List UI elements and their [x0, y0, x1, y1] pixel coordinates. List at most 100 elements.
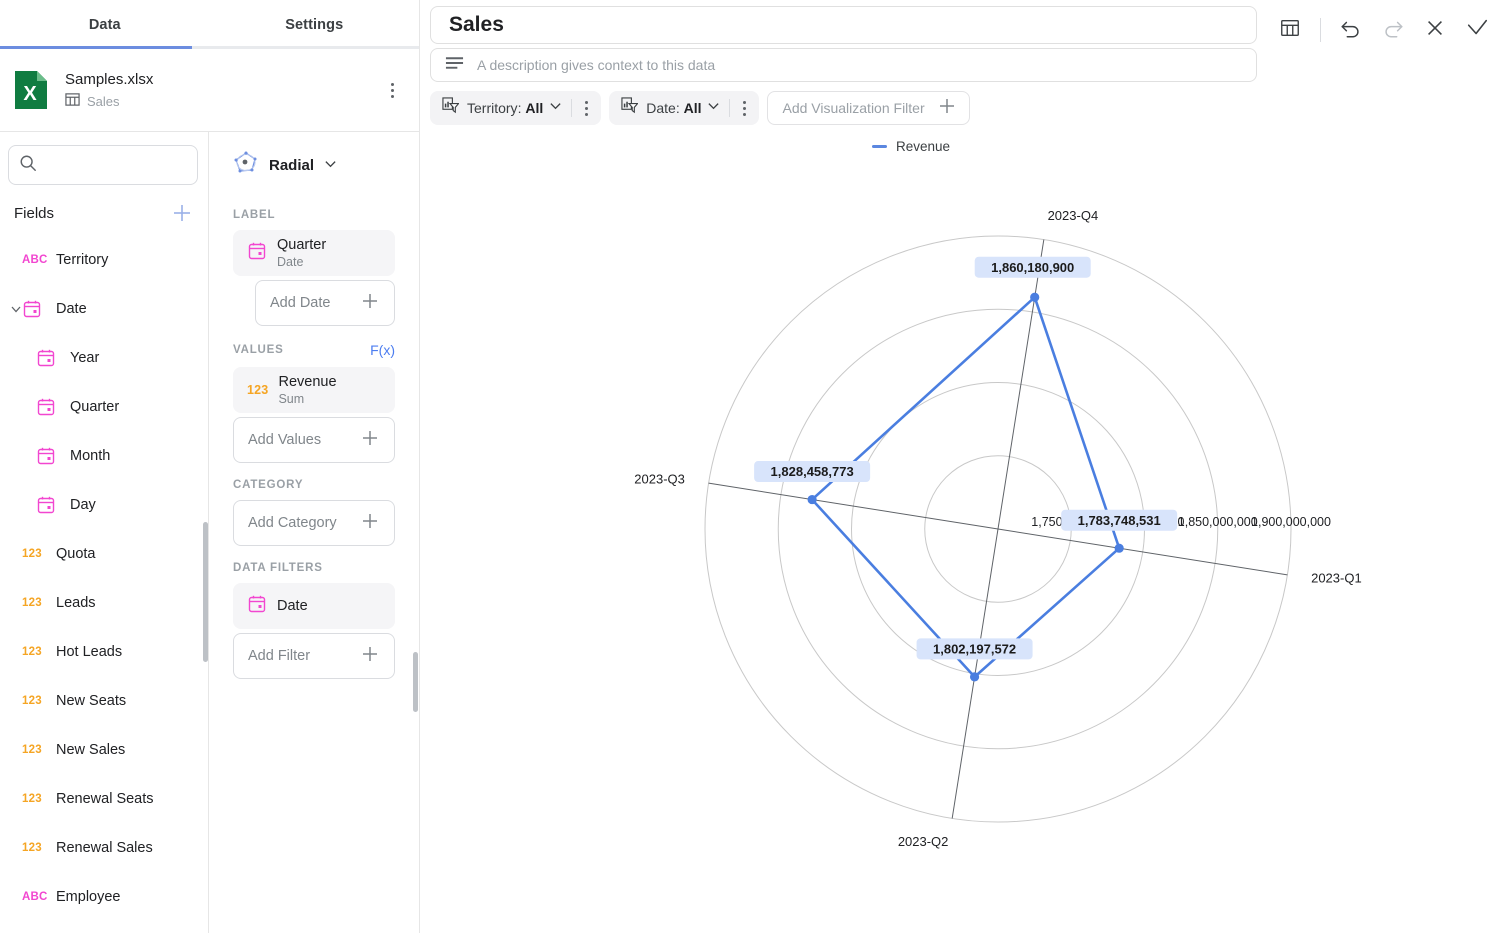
filter-chip-date-value: All — [683, 100, 702, 116]
radial-axis-tick-2: 1,850,000,000 — [1178, 515, 1258, 529]
plus-icon — [360, 511, 380, 536]
undo-button[interactable] — [1332, 11, 1370, 49]
abc-icon: ABC — [22, 890, 48, 903]
description-input[interactable] — [475, 56, 1242, 74]
tab-data-label: Data — [88, 16, 121, 33]
workbook-menu-button[interactable] — [379, 77, 405, 103]
field-item-quota[interactable]: 123 Quota — [0, 529, 208, 578]
series-point-2023-Q3[interactable] — [807, 494, 817, 505]
values-chip-sub: Sum — [278, 392, 305, 406]
field-item-label: Quota — [56, 545, 96, 562]
search-icon — [19, 154, 37, 177]
filter-chip-territory[interactable]: Territory: All — [430, 91, 602, 125]
series-point-2023-Q2[interactable] — [969, 672, 980, 682]
calendar-icon — [36, 348, 62, 368]
app-root: Data Settings X Samples.xlsx Sales Field… — [0, 0, 1510, 933]
workbook-row[interactable]: X Samples.xlsx Sales — [0, 49, 419, 132]
field-item-quarter[interactable]: Quarter — [0, 382, 208, 431]
fields-scrollbar[interactable] — [203, 522, 208, 662]
search-input[interactable] — [43, 156, 187, 174]
123-icon: 123 — [22, 645, 42, 658]
tab-active-indicator — [0, 46, 192, 49]
title-input[interactable] — [447, 12, 1240, 38]
filter-chip-date-menu[interactable] — [733, 95, 755, 121]
label-chip-quarter[interactable]: Quarter Date — [233, 230, 395, 276]
redo-button[interactable] — [1374, 11, 1412, 49]
field-item-new-seats[interactable]: 123 New Seats — [0, 676, 208, 725]
header-toolbar — [1271, 6, 1496, 49]
filter-chip-date-label: Date: All — [646, 100, 702, 116]
field-item-month[interactable]: Month — [0, 431, 208, 480]
angle-axis-label-2023-Q4: 2023-Q4 — [1048, 208, 1099, 223]
tab-data[interactable]: Data — [0, 0, 210, 49]
table-icon — [65, 92, 80, 110]
close-button[interactable] — [1416, 11, 1454, 49]
values-chip-title: Revenue — [278, 374, 337, 390]
legend-swatch-revenue[interactable] — [872, 145, 887, 148]
config-pane: Radial LABEL Quarter Date Add Date VALUE… — [209, 132, 419, 933]
tab-settings[interactable]: Settings — [210, 0, 420, 49]
field-item-day[interactable]: Day — [0, 480, 208, 529]
config-scrollbar[interactable] — [413, 652, 418, 712]
radial-chart-svg[interactable]: 2023-Q12023-Q22023-Q32023-Q41,750,000,00… — [420, 154, 1510, 894]
description-input-wrapper[interactable] — [430, 48, 1257, 82]
field-item-label: Month — [70, 447, 111, 464]
field-item-renewal-seats[interactable]: 123 Renewal Seats — [0, 774, 208, 823]
field-item-date[interactable]: Date — [0, 284, 208, 333]
filter-chip-date-field: Date — [646, 100, 676, 116]
field-item-label: Territory — [56, 251, 109, 268]
123-icon: 123 — [22, 792, 42, 805]
add-category-button[interactable]: Add Category — [233, 500, 395, 546]
field-item-label: Hot Leads — [56, 643, 123, 660]
main-panel: Territory: All — [420, 0, 1510, 933]
field-item-hot-leads[interactable]: 123 Hot Leads — [0, 627, 208, 676]
chevron-down-icon[interactable] — [9, 302, 23, 316]
values-chip-revenue[interactable]: 123 Revenue Sum — [233, 367, 395, 413]
kebab-menu-icon — [584, 100, 588, 116]
search-box[interactable] — [8, 145, 198, 185]
add-visualization-filter-button[interactable]: Add Visualization Filter — [767, 91, 970, 125]
add-field-button[interactable] — [170, 201, 194, 225]
legend-label-revenue: Revenue — [896, 139, 951, 154]
field-item-year[interactable]: Year — [0, 333, 208, 382]
fx-button[interactable]: F(x) — [370, 342, 395, 358]
data-label-2023-Q4: 1,860,180,900 — [974, 256, 1091, 278]
series-revenue-path[interactable] — [810, 295, 1121, 679]
close-icon — [1424, 17, 1446, 44]
field-item-renewal-sales[interactable]: 123 Renewal Sales — [0, 823, 208, 872]
svg-text:X: X — [23, 83, 37, 105]
table-view-icon — [1279, 17, 1301, 44]
chip-divider — [729, 99, 731, 117]
title-input-wrapper[interactable] — [430, 6, 1257, 44]
values-chip-text: Revenue Sum — [278, 373, 336, 407]
field-item-leads[interactable]: 123 Leads — [0, 578, 208, 627]
series-point-2023-Q1[interactable] — [1114, 543, 1124, 553]
filter-chart-icon — [442, 97, 460, 119]
data-label-text: 1,783,748,531 — [1078, 513, 1161, 528]
field-item-new-sales[interactable]: 123 New Sales — [0, 725, 208, 774]
filter-chip-territory-menu[interactable] — [575, 95, 597, 121]
add-date-button[interactable]: Add Date — [255, 280, 395, 326]
field-item-territory[interactable]: ABC Territory — [0, 235, 208, 284]
left-lower-split: Fields ABC Territory Date Year Quarter Month D… — [0, 132, 419, 933]
confirm-button[interactable] — [1458, 11, 1496, 49]
field-item-employee[interactable]: ABC Employee — [0, 872, 208, 921]
field-item-label: Renewal Seats — [56, 790, 154, 807]
data-label-2023-Q3: 1,828,458,773 — [754, 461, 871, 483]
add-values-button[interactable]: Add Values — [233, 417, 395, 463]
123-icon: 123 — [22, 694, 42, 707]
fields-list: ABC Territory Date Year Quarter Month Day 123 Qu… — [0, 235, 208, 933]
data-label-text: 1,802,197,572 — [933, 641, 1016, 656]
table-view-button[interactable] — [1271, 11, 1309, 49]
chart-type-selector[interactable]: Radial — [233, 132, 395, 193]
add-filter-button[interactable]: Add Filter — [233, 633, 395, 679]
angle-axis-label-2023-Q2: 2023-Q2 — [898, 834, 949, 849]
kebab-menu-icon — [742, 100, 746, 116]
filter-chip-date[interactable]: Date: All — [609, 91, 760, 125]
data-filter-chip-date[interactable]: Date — [233, 583, 395, 629]
series-point-2023-Q4[interactable] — [1030, 292, 1040, 302]
filter-chip-territory-field: Territory — [467, 100, 518, 116]
title-bar — [420, 0, 1510, 82]
chevron-down-icon — [707, 99, 720, 117]
calendar-icon — [22, 299, 48, 319]
